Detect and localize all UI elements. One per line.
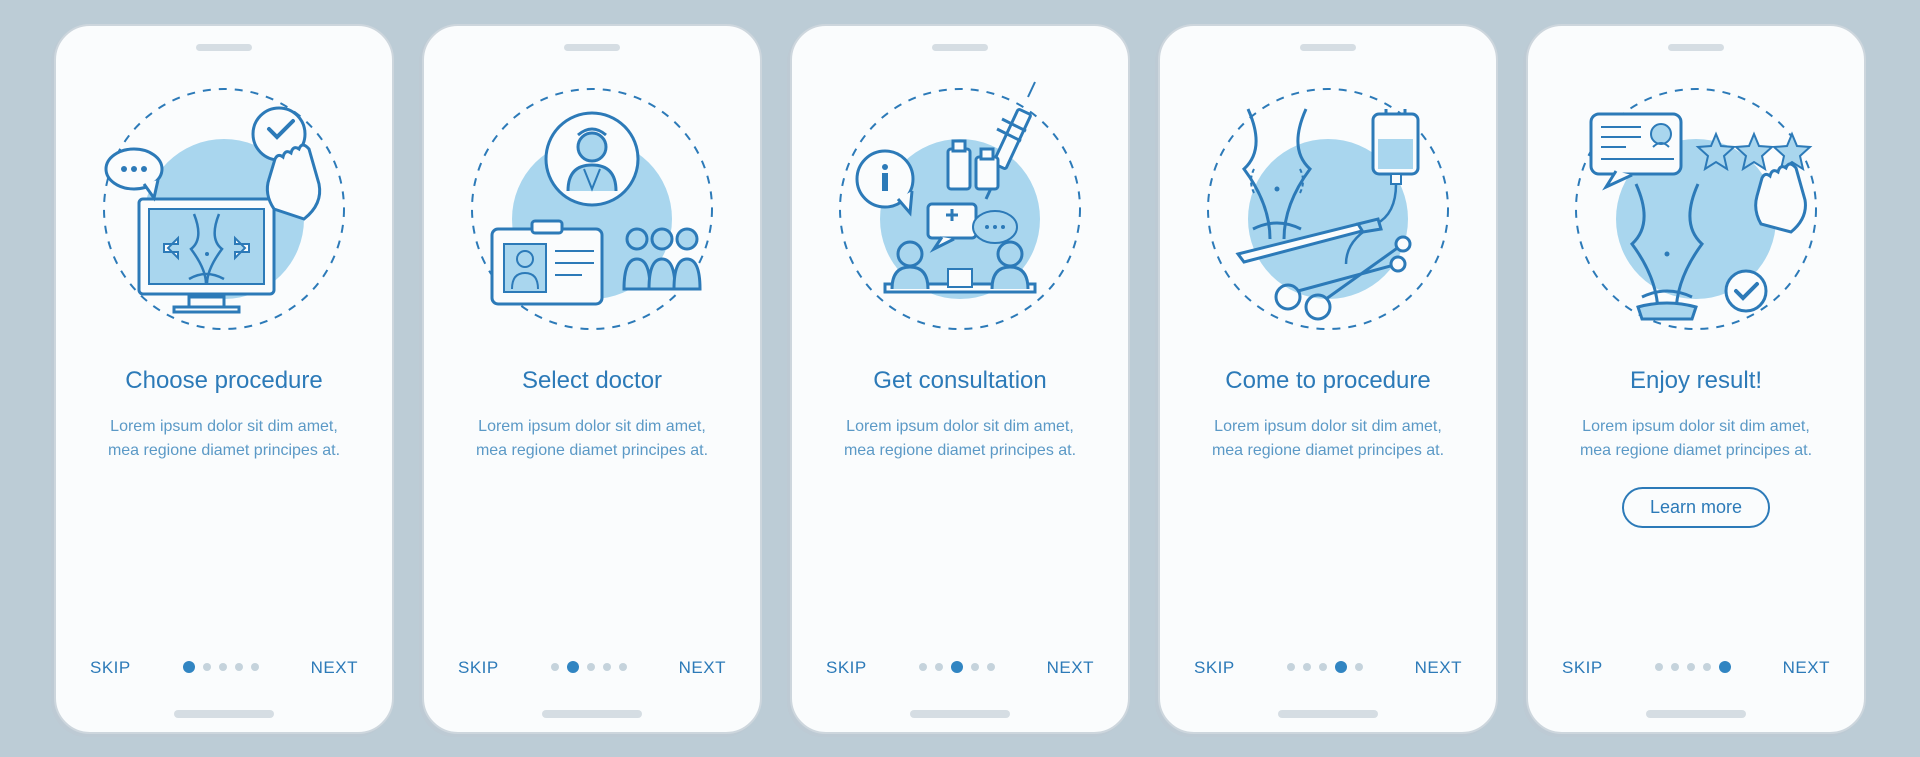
dot [987, 663, 995, 671]
dot-active [1719, 661, 1731, 673]
screen-title: Come to procedure [1225, 367, 1430, 395]
phone-speaker [1668, 44, 1724, 51]
dot [251, 663, 259, 671]
dot [235, 663, 243, 671]
onboarding-screen-3: Get consultation Lorem ipsum dolor sit d… [790, 24, 1130, 734]
phone-homebar [542, 710, 642, 718]
dot [1287, 663, 1295, 671]
screen-title: Enjoy result! [1630, 367, 1762, 395]
dot [1687, 663, 1695, 671]
page-indicator [919, 663, 995, 673]
page-indicator [1655, 663, 1731, 673]
come-to-procedure-illustration [1198, 79, 1458, 339]
phone-homebar [174, 710, 274, 718]
next-button[interactable]: NEXT [1047, 658, 1094, 678]
dot-active [183, 661, 195, 673]
dot-active [951, 661, 963, 673]
dot-active [1335, 661, 1347, 673]
screen-title: Choose procedure [125, 367, 322, 395]
onboarding-footer: SKIP NEXT [826, 658, 1094, 678]
dot [587, 663, 595, 671]
next-button[interactable]: NEXT [679, 658, 726, 678]
screen-description: Lorem ipsum dolor sit dim amet, mea regi… [462, 415, 722, 463]
screen-description: Lorem ipsum dolor sit dim amet, mea regi… [830, 415, 1090, 463]
page-indicator [551, 663, 627, 673]
dot [919, 663, 927, 671]
phone-speaker [564, 44, 620, 51]
onboarding-footer: SKIP NEXT [1562, 658, 1830, 678]
phone-speaker [1300, 44, 1356, 51]
phone-homebar [910, 710, 1010, 718]
dot [1671, 663, 1679, 671]
skip-button[interactable]: SKIP [90, 658, 131, 678]
dot [603, 663, 611, 671]
enjoy-result-illustration [1566, 79, 1826, 339]
next-button[interactable]: NEXT [1415, 658, 1462, 678]
next-button[interactable]: NEXT [311, 658, 358, 678]
phone-homebar [1278, 710, 1378, 718]
skip-button[interactable]: SKIP [1194, 658, 1235, 678]
onboarding-footer: SKIP NEXT [458, 658, 726, 678]
skip-button[interactable]: SKIP [1562, 658, 1603, 678]
dot [1303, 663, 1311, 671]
page-indicator [183, 663, 259, 673]
dot [1655, 663, 1663, 671]
get-consultation-illustration [830, 79, 1090, 339]
screen-description: Lorem ipsum dolor sit dim amet, mea regi… [94, 415, 354, 463]
onboarding-screen-4: Come to procedure Lorem ipsum dolor sit … [1158, 24, 1498, 734]
dot [1355, 663, 1363, 671]
dot [1703, 663, 1711, 671]
phone-homebar [1646, 710, 1746, 718]
onboarding-footer: SKIP NEXT [1194, 658, 1462, 678]
dot [551, 663, 559, 671]
phone-speaker [196, 44, 252, 51]
skip-button[interactable]: SKIP [458, 658, 499, 678]
screen-title: Select doctor [522, 367, 662, 395]
screen-title: Get consultation [873, 367, 1046, 395]
onboarding-screen-2: Select doctor Lorem ipsum dolor sit dim … [422, 24, 762, 734]
screen-description: Lorem ipsum dolor sit dim amet, mea regi… [1566, 415, 1826, 463]
learn-more-button[interactable]: Learn more [1622, 487, 1770, 528]
phone-speaker [932, 44, 988, 51]
onboarding-screen-5: Enjoy result! Lorem ipsum dolor sit dim … [1526, 24, 1866, 734]
skip-button[interactable]: SKIP [826, 658, 867, 678]
select-doctor-illustration [462, 79, 722, 339]
choose-procedure-illustration [94, 79, 354, 339]
dot-active [567, 661, 579, 673]
dot [935, 663, 943, 671]
onboarding-footer: SKIP NEXT [90, 658, 358, 678]
screen-description: Lorem ipsum dolor sit dim amet, mea regi… [1198, 415, 1458, 463]
dot [1319, 663, 1327, 671]
dot [219, 663, 227, 671]
next-button[interactable]: NEXT [1783, 658, 1830, 678]
dot [971, 663, 979, 671]
onboarding-screen-1: Choose procedure Lorem ipsum dolor sit d… [54, 24, 394, 734]
dot [619, 663, 627, 671]
dot [203, 663, 211, 671]
page-indicator [1287, 663, 1363, 673]
